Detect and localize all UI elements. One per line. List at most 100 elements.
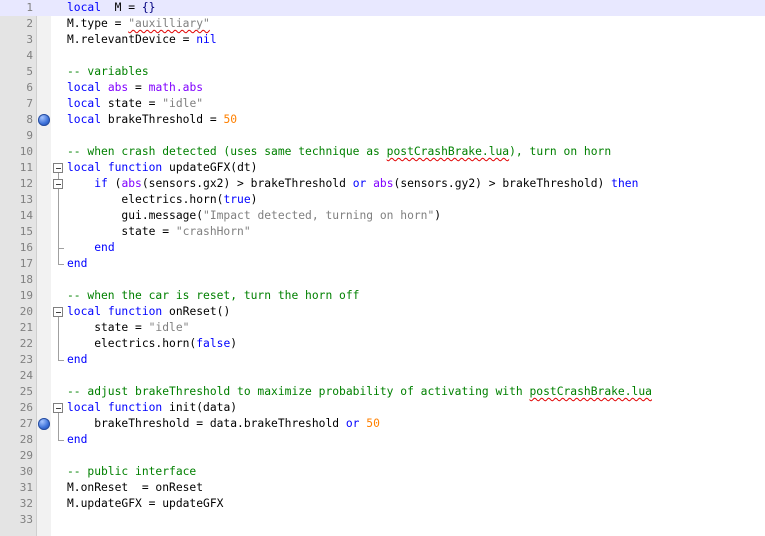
- code-editor[interactable]: 1 local M = {} 2 M.type = "auxilliary" 3 M.re…: [0, 0, 765, 536]
- code-line[interactable]: 5 -- variables: [0, 64, 765, 80]
- code-token: end: [67, 353, 88, 366]
- line-number: 13: [19, 193, 33, 206]
- fold-toggle-icon[interactable]: [53, 179, 63, 189]
- fold-line: [58, 320, 59, 336]
- code-line[interactable]: 9: [0, 128, 765, 144]
- code-token: "idle": [162, 97, 204, 110]
- code-token: M.relevantDevice =: [67, 33, 197, 46]
- code-token: state =: [101, 97, 163, 110]
- code-text[interactable]: brakeThreshold = data.brakeThreshold or …: [67, 416, 380, 432]
- code-token: or: [345, 417, 360, 430]
- code-line[interactable]: 29: [0, 448, 765, 464]
- code-lines[interactable]: 1 local M = {} 2 M.type = "auxilliary" 3 M.re…: [0, 0, 765, 528]
- code-token: updateGFX(dt): [162, 161, 258, 174]
- code-text[interactable]: local M = {}: [67, 0, 155, 16]
- code-text[interactable]: local state = "idle": [67, 96, 203, 112]
- code-token: {}: [141, 1, 156, 14]
- code-line[interactable]: 22 electrics.horn(false): [0, 336, 765, 352]
- fold-toggle-icon[interactable]: [53, 307, 63, 317]
- code-token: end: [67, 433, 88, 446]
- code-text[interactable]: local function init(data): [67, 400, 237, 416]
- code-line[interactable]: 7 local state = "idle": [0, 96, 765, 112]
- code-text[interactable]: gui.message("Impact detected, turning on…: [67, 208, 441, 224]
- code-line[interactable]: 3 M.relevantDevice = nil: [0, 32, 765, 48]
- code-text[interactable]: local function onReset(): [67, 304, 230, 320]
- code-line[interactable]: 20 local function onReset(): [0, 304, 765, 320]
- code-line[interactable]: 28 end: [0, 432, 765, 448]
- fold-line: [58, 240, 59, 256]
- fold-line: [58, 416, 59, 432]
- code-line[interactable]: 33: [0, 512, 765, 528]
- code-text[interactable]: local abs = math.abs: [67, 80, 203, 96]
- code-line[interactable]: 14 gui.message("Impact detected, turning…: [0, 208, 765, 224]
- code-text[interactable]: state = "idle": [67, 320, 189, 336]
- line-number: 10: [19, 145, 33, 158]
- code-line[interactable]: 4: [0, 48, 765, 64]
- code-line[interactable]: 8 local brakeThreshold = 50: [0, 112, 765, 128]
- code-text[interactable]: electrics.horn(true): [67, 192, 257, 208]
- fold-toggle-icon[interactable]: [53, 163, 63, 173]
- code-line[interactable]: 24: [0, 368, 765, 384]
- code-line[interactable]: 21 state = "idle": [0, 320, 765, 336]
- code-line[interactable]: 15 state = "crashHorn": [0, 224, 765, 240]
- code-text[interactable]: M.type = "auxilliary": [67, 16, 210, 32]
- code-text[interactable]: M.updateGFX = updateGFX: [67, 496, 223, 512]
- line-number: 8: [26, 113, 33, 126]
- line-number: 16: [19, 241, 33, 254]
- code-text[interactable]: -- when the car is reset, turn the horn …: [67, 288, 359, 304]
- code-text[interactable]: if (abs(sensors.gx2) > brakeThreshold or…: [67, 176, 638, 192]
- code-token: math.abs: [148, 81, 204, 94]
- fold-toggle-icon[interactable]: [53, 403, 63, 413]
- code-line[interactable]: 6 local abs = math.abs: [0, 80, 765, 96]
- code-token: ): [250, 193, 258, 206]
- code-line[interactable]: 19 -- when the car is reset, turn the hor…: [0, 288, 765, 304]
- line-number: 25: [19, 385, 33, 398]
- code-line[interactable]: 26 local function init(data): [0, 400, 765, 416]
- line-number: 33: [19, 513, 33, 526]
- code-line[interactable]: 30 -- public interface: [0, 464, 765, 480]
- line-number: 12: [19, 177, 33, 190]
- code-token: "auxilliary": [128, 17, 210, 30]
- code-text[interactable]: electrics.horn(false): [67, 336, 237, 352]
- code-line[interactable]: 18: [0, 272, 765, 288]
- code-line[interactable]: 12 if (abs(sensors.gx2) > brakeThreshold…: [0, 176, 765, 192]
- breakpoint-icon[interactable]: [38, 114, 50, 126]
- code-line[interactable]: 31 M.onReset = onReset: [0, 480, 765, 496]
- code-text[interactable]: -- when crash detected (uses same techni…: [67, 144, 611, 160]
- code-line[interactable]: 25 -- adjust brakeThreshold to maximize p…: [0, 384, 765, 400]
- code-text[interactable]: end: [67, 240, 114, 256]
- line-number: 11: [19, 161, 33, 174]
- line-number: 5: [26, 65, 33, 78]
- code-text[interactable]: M.onReset = onReset: [67, 480, 203, 496]
- code-text[interactable]: end: [67, 432, 87, 448]
- code-text[interactable]: local brakeThreshold = 50: [67, 112, 237, 128]
- code-line[interactable]: 2 M.type = "auxilliary": [0, 16, 765, 32]
- code-line[interactable]: 10 -- when crash detected (uses same tech…: [0, 144, 765, 160]
- code-text[interactable]: end: [67, 352, 87, 368]
- code-token: then: [611, 177, 639, 190]
- code-line[interactable]: 27 brakeThreshold = data.brakeThreshold …: [0, 416, 765, 432]
- code-token: brakeThreshold = data.brakeThreshold: [67, 417, 346, 430]
- code-line[interactable]: 11 local function updateGFX(dt): [0, 160, 765, 176]
- line-number: 6: [26, 81, 33, 94]
- code-token: local: [67, 305, 102, 318]
- code-text[interactable]: -- public interface: [67, 464, 196, 480]
- code-text[interactable]: -- variables: [67, 64, 149, 80]
- code-text[interactable]: state = "crashHorn": [67, 224, 250, 240]
- code-line[interactable]: 17 end: [0, 256, 765, 272]
- code-text[interactable]: end: [67, 256, 87, 272]
- code-line[interactable]: 32 M.updateGFX = updateGFX: [0, 496, 765, 512]
- code-token: local: [67, 161, 102, 174]
- code-line[interactable]: 13 electrics.horn(true): [0, 192, 765, 208]
- fold-end-marker: [58, 432, 64, 441]
- code-text[interactable]: -- adjust brakeThreshold to maximize pro…: [67, 384, 652, 400]
- code-text[interactable]: local function updateGFX(dt): [67, 160, 257, 176]
- code-text[interactable]: M.relevantDevice = nil: [67, 32, 217, 48]
- code-line[interactable]: 23 end: [0, 352, 765, 368]
- code-line[interactable]: 1 local M = {}: [0, 0, 765, 16]
- code-token: function: [107, 305, 163, 318]
- breakpoint-icon[interactable]: [38, 418, 50, 430]
- code-line[interactable]: 16 end: [0, 240, 765, 256]
